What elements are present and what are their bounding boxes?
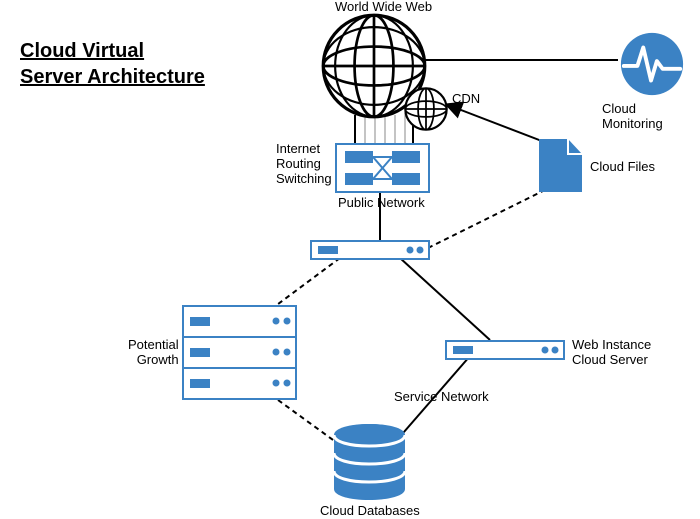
label-potential-growth: Potential Growth [128,338,179,368]
label-cdn: CDN [452,92,480,107]
diagram-title: Cloud Virtual Server Architecture [20,12,205,90]
label-cloud-databases: Cloud Databases [320,504,420,519]
cloud-monitoring-icon [618,30,686,103]
server-rack-icon [182,305,297,405]
title-text: Cloud Virtual Server Architecture [20,40,205,88]
switch-icon [335,143,430,198]
web-instance-icon [445,340,565,365]
label-internet-routing: Internet Routing Switching [276,142,332,187]
label-service-network: Service Network [394,390,489,405]
label-cloud-monitoring: Cloud Monitoring [602,102,700,132]
label-public-network: Public Network [338,196,425,211]
database-icon [332,423,407,506]
cloud-files-icon [538,138,583,198]
load-balancer-icon [310,240,430,265]
label-cloud-files: Cloud Files [590,160,655,175]
label-web-instance: Web Instance Cloud Server [572,338,651,368]
globe-cdn-icon [404,87,448,136]
